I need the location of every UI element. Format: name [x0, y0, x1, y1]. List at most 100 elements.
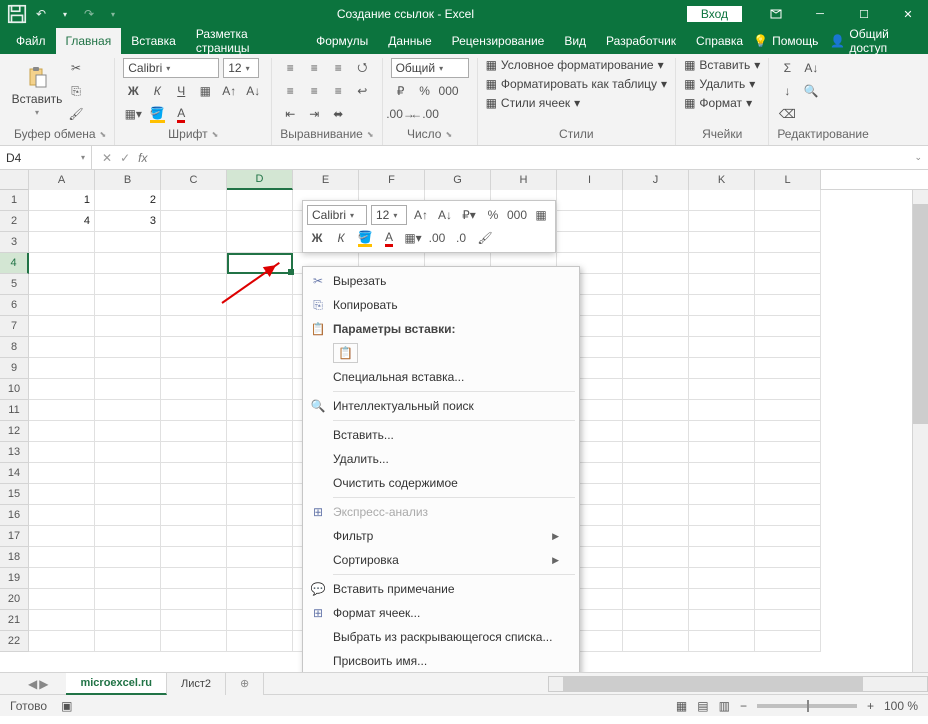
align-left-icon[interactable]: ≡	[280, 81, 300, 101]
signin-button[interactable]: Вход	[687, 6, 742, 22]
row-header-16[interactable]: 16	[0, 505, 29, 526]
cell-J14[interactable]	[623, 463, 689, 484]
row-header-19[interactable]: 19	[0, 568, 29, 589]
col-header-H[interactable]: H	[491, 170, 557, 190]
cell-C14[interactable]	[161, 463, 227, 484]
cell-A22[interactable]	[29, 631, 95, 652]
cell-B22[interactable]	[95, 631, 161, 652]
cell-K20[interactable]	[689, 589, 755, 610]
cell-L7[interactable]	[755, 316, 821, 337]
cell-K5[interactable]	[689, 274, 755, 295]
align-center-icon[interactable]: ≡	[304, 81, 324, 101]
row-header-1[interactable]: 1	[0, 190, 29, 211]
cm-define-name[interactable]: Присвоить имя...	[303, 649, 579, 672]
cell-J16[interactable]	[623, 505, 689, 526]
ribbon-options-icon[interactable]	[756, 0, 796, 28]
col-header-A[interactable]: A	[29, 170, 95, 190]
cell-D6[interactable]	[227, 295, 293, 316]
zoom-slider[interactable]	[757, 704, 857, 708]
row-header-13[interactable]: 13	[0, 442, 29, 463]
cell-L5[interactable]	[755, 274, 821, 295]
cell-B9[interactable]	[95, 358, 161, 379]
cell-L2[interactable]	[755, 211, 821, 232]
row-header-12[interactable]: 12	[0, 421, 29, 442]
cm-paste-icon-row[interactable]: 📋	[303, 341, 579, 365]
cell-C3[interactable]	[161, 232, 227, 253]
cm-sort[interactable]: Сортировка▶	[303, 548, 579, 572]
cell-B15[interactable]	[95, 484, 161, 505]
format-painter-icon[interactable]: 🖌	[66, 104, 86, 124]
tab-developer[interactable]: Разработчик	[596, 28, 686, 54]
cell-C21[interactable]	[161, 610, 227, 631]
cell-C22[interactable]	[161, 631, 227, 652]
cell-J15[interactable]	[623, 484, 689, 505]
cell-A3[interactable]	[29, 232, 95, 253]
cell-L17[interactable]	[755, 526, 821, 547]
row-header-4[interactable]: 4	[0, 253, 29, 274]
cell-D2[interactable]	[227, 211, 293, 232]
cell-D13[interactable]	[227, 442, 293, 463]
row-header-8[interactable]: 8	[0, 337, 29, 358]
cell-C13[interactable]	[161, 442, 227, 463]
col-header-K[interactable]: K	[689, 170, 755, 190]
dialog-launcher-icon[interactable]: ⬊	[100, 130, 107, 139]
cell-D1[interactable]	[227, 190, 293, 211]
tab-review[interactable]: Рецензирование	[442, 28, 555, 54]
zoom-level[interactable]: 100 %	[884, 699, 918, 713]
italic-button[interactable]: К	[147, 81, 167, 101]
cell-B20[interactable]	[95, 589, 161, 610]
row-header-7[interactable]: 7	[0, 316, 29, 337]
cell-D9[interactable]	[227, 358, 293, 379]
cell-C10[interactable]	[161, 379, 227, 400]
add-sheet-button[interactable]: ⊕	[226, 673, 264, 695]
underline-button[interactable]: Ч	[171, 81, 191, 101]
cell-A18[interactable]	[29, 547, 95, 568]
cell-K13[interactable]	[689, 442, 755, 463]
cell-K19[interactable]	[689, 568, 755, 589]
minimize-icon[interactable]: ─	[800, 0, 840, 28]
cell-B5[interactable]	[95, 274, 161, 295]
select-all-corner[interactable]	[0, 170, 29, 190]
cell-L13[interactable]	[755, 442, 821, 463]
cell-D3[interactable]	[227, 232, 293, 253]
view-pagebreak-icon[interactable]: ▥	[719, 699, 730, 713]
cell-D12[interactable]	[227, 421, 293, 442]
increase-decimal-icon[interactable]: .00→	[391, 104, 411, 124]
cell-A7[interactable]	[29, 316, 95, 337]
cell-B6[interactable]	[95, 295, 161, 316]
tab-formulas[interactable]: Формулы	[306, 28, 378, 54]
tab-layout[interactable]: Разметка страницы	[186, 28, 306, 54]
cell-K7[interactable]	[689, 316, 755, 337]
mini-fill-color-button[interactable]: 🪣	[355, 228, 375, 248]
col-header-I[interactable]: I	[557, 170, 623, 190]
mini-comma-icon[interactable]: 000	[507, 205, 527, 225]
cell-L22[interactable]	[755, 631, 821, 652]
vertical-scrollbar[interactable]	[912, 190, 928, 672]
cell-L14[interactable]	[755, 463, 821, 484]
row-header-17[interactable]: 17	[0, 526, 29, 547]
cell-A14[interactable]	[29, 463, 95, 484]
cell-L3[interactable]	[755, 232, 821, 253]
row-header-21[interactable]: 21	[0, 610, 29, 631]
share-button[interactable]: 👤Общий доступ	[830, 27, 916, 55]
cell-D16[interactable]	[227, 505, 293, 526]
align-top-icon[interactable]: ≡	[280, 58, 300, 78]
col-header-D[interactable]: D	[227, 170, 293, 190]
delete-cells-button[interactable]: ▦Удалить ▾	[684, 77, 755, 91]
fill-color-button[interactable]: 🪣	[147, 104, 167, 124]
cell-I1[interactable]	[557, 190, 623, 211]
cell-A11[interactable]	[29, 400, 95, 421]
cell-L19[interactable]	[755, 568, 821, 589]
cell-K4[interactable]	[689, 253, 755, 274]
cm-clear[interactable]: Очистить содержимое	[303, 471, 579, 495]
cell-D14[interactable]	[227, 463, 293, 484]
cell-K17[interactable]	[689, 526, 755, 547]
cell-C4[interactable]	[161, 253, 227, 274]
cell-L15[interactable]	[755, 484, 821, 505]
cell-J10[interactable]	[623, 379, 689, 400]
cell-D17[interactable]	[227, 526, 293, 547]
wrap-text-icon[interactable]: ↩	[352, 81, 372, 101]
sheet-tab-1[interactable]: microexcel.ru	[66, 673, 167, 695]
cell-J6[interactable]	[623, 295, 689, 316]
name-box[interactable]: D4▾	[0, 146, 92, 169]
